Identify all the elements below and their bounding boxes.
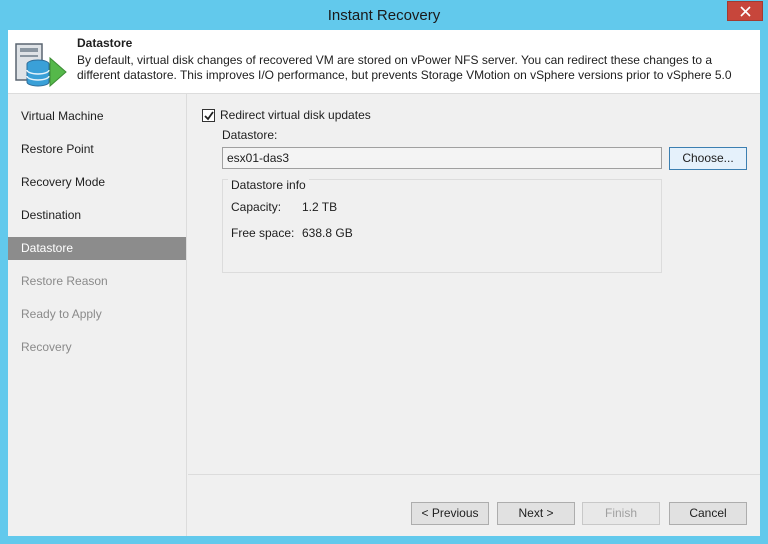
capacity-value: 1.2 TB xyxy=(302,200,338,214)
free-space-value: 638.8 GB xyxy=(302,226,353,240)
next-button[interactable]: Next > xyxy=(497,502,575,525)
close-button[interactable] xyxy=(727,1,763,21)
datastore-label: Datastore: xyxy=(222,128,278,142)
free-space-label: Free space: xyxy=(231,226,295,240)
window-title: Instant Recovery xyxy=(327,7,441,24)
cancel-button[interactable]: Cancel xyxy=(669,502,747,525)
wizard-header: Datastore By default, virtual disk chang… xyxy=(8,30,760,94)
wizard-steps-sidebar: Virtual Machine Restore Point Recovery M… xyxy=(8,94,187,536)
redirect-disk-updates-checkbox[interactable] xyxy=(202,109,215,122)
title-bar: Instant Recovery xyxy=(0,0,768,30)
step-destination[interactable]: Destination xyxy=(8,204,186,227)
redirect-disk-updates-label[interactable]: Redirect virtual disk updates xyxy=(220,108,371,122)
capacity-label: Capacity: xyxy=(231,200,282,214)
step-datastore[interactable]: Datastore xyxy=(8,237,186,260)
close-icon xyxy=(740,6,751,17)
step-ready-to-apply: Ready to Apply xyxy=(21,307,102,321)
checkmark-icon xyxy=(204,111,214,121)
choose-datastore-button[interactable]: Choose... xyxy=(669,147,747,170)
instant-recovery-window: Instant Recovery Datastore By default, v… xyxy=(0,0,768,544)
step-restore-reason: Restore Reason xyxy=(21,274,108,288)
datastore-info-group: Datastore info Capacity: 1.2 TB Free spa… xyxy=(222,178,662,273)
wizard-footer: < Previous Next > Finish Cancel xyxy=(188,474,760,536)
previous-button[interactable]: < Previous xyxy=(411,502,489,525)
datastore-wizard-icon xyxy=(15,43,67,88)
datastore-page: Redirect virtual disk updates Datastore:… xyxy=(188,94,760,474)
header-title: Datastore xyxy=(77,36,133,50)
datastore-field[interactable]: esx01-das3 xyxy=(222,147,662,169)
datastore-info-title: Datastore info xyxy=(228,178,309,192)
step-recovery: Recovery xyxy=(21,340,72,354)
finish-button: Finish xyxy=(582,502,660,525)
step-recovery-mode[interactable]: Recovery Mode xyxy=(8,171,186,194)
header-description: By default, virtual disk changes of reco… xyxy=(77,53,732,82)
step-virtual-machine[interactable]: Virtual Machine xyxy=(8,105,186,128)
step-restore-point[interactable]: Restore Point xyxy=(8,138,186,161)
dialog-client-area: Datastore By default, virtual disk chang… xyxy=(8,30,760,536)
